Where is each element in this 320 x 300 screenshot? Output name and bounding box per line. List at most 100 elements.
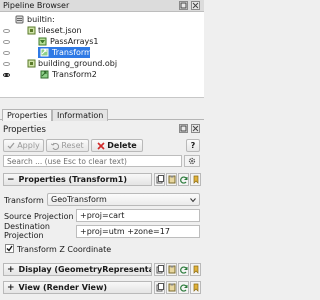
tab-label: Information bbox=[57, 111, 104, 120]
group-title: View (Render View) bbox=[18, 283, 108, 292]
reset-button[interactable]: Reset bbox=[46, 139, 89, 152]
save-defaults-button[interactable] bbox=[190, 173, 201, 186]
bookmark-icon bbox=[193, 175, 198, 184]
tree-item-label: Transform2 bbox=[52, 70, 97, 79]
close-icon bbox=[192, 125, 199, 132]
close-panel-button[interactable] bbox=[191, 124, 200, 133]
tree-item-passarrays[interactable]: PassArrays1 bbox=[0, 36, 204, 47]
visibility-eye-icon[interactable] bbox=[3, 62, 10, 66]
transform-value: GeoTransform bbox=[51, 195, 107, 204]
tree-item-label: Transform1 bbox=[52, 48, 97, 57]
refresh-icon bbox=[179, 176, 187, 184]
tree-item-label: builtin: bbox=[27, 15, 55, 24]
copy-properties-button[interactable] bbox=[154, 173, 165, 186]
data-source-icon bbox=[27, 59, 36, 68]
tree-item-transform1[interactable]: Transform1 bbox=[0, 47, 204, 58]
tree-item-transform2[interactable]: Transform2 bbox=[0, 69, 204, 80]
pipeline-tree: builtin: tileset.json PassArrays1 Transf… bbox=[0, 12, 204, 98]
tab-label: Properties bbox=[7, 111, 48, 120]
copy-icon bbox=[156, 283, 164, 292]
visibility-eye-icon[interactable] bbox=[3, 51, 10, 55]
destination-projection-label-line1: Destination bbox=[4, 222, 50, 231]
bookmark-icon bbox=[193, 283, 198, 292]
filter-icon bbox=[38, 37, 47, 46]
close-icon bbox=[192, 2, 199, 9]
gear-icon bbox=[188, 157, 196, 165]
data-source-icon bbox=[27, 26, 36, 35]
group-title: Display (GeometryRepresentation) bbox=[18, 265, 151, 274]
search-input[interactable]: Search ... (use Esc to clear text) bbox=[3, 155, 182, 167]
panel-tabs: Properties Information bbox=[0, 106, 204, 121]
help-label: ? bbox=[190, 141, 196, 150]
group-title: Properties (Transform1) bbox=[18, 175, 128, 184]
refresh-button[interactable] bbox=[178, 173, 189, 186]
tree-item-building-ground[interactable]: building_ground.obj bbox=[0, 58, 204, 69]
destination-projection-input[interactable]: +proj=utm +zone=17 bbox=[76, 225, 200, 238]
transform-select[interactable]: GeoTransform bbox=[47, 193, 200, 206]
advanced-settings-button[interactable] bbox=[184, 155, 200, 167]
undock-button[interactable] bbox=[179, 1, 188, 10]
source-projection-label: Source Projection bbox=[4, 212, 74, 221]
transform-z-checkbox[interactable] bbox=[5, 244, 14, 253]
paste-icon bbox=[168, 175, 175, 184]
tree-item-label: building_ground.obj bbox=[38, 59, 118, 68]
visibility-eye-icon[interactable] bbox=[3, 40, 10, 44]
tree-item-label: PassArrays1 bbox=[50, 37, 99, 46]
undock-button[interactable] bbox=[179, 124, 188, 133]
apply-button[interactable]: Apply bbox=[3, 139, 44, 152]
destination-projection-label-line2: Projection bbox=[4, 231, 44, 240]
copy-icon bbox=[156, 175, 164, 184]
paste-display-button[interactable] bbox=[166, 263, 177, 276]
checkmark-icon bbox=[6, 245, 13, 252]
paste-properties-button[interactable] bbox=[166, 173, 177, 186]
refresh-icon bbox=[179, 266, 187, 274]
bookmark-icon bbox=[193, 265, 198, 274]
display-group-toggle[interactable]: + Display (GeometryRepresentation) bbox=[3, 263, 152, 276]
collapse-minus-icon: − bbox=[7, 174, 15, 185]
delete-label: Delete bbox=[107, 141, 137, 150]
properties-title: Properties bbox=[3, 125, 46, 135]
save-view-defaults-button[interactable] bbox=[190, 281, 201, 294]
delete-x-icon bbox=[97, 141, 105, 150]
paste-icon bbox=[168, 283, 175, 292]
search-placeholder: Search ... (use Esc to clear text) bbox=[7, 156, 127, 166]
reset-label: Reset bbox=[61, 141, 84, 150]
visibility-eye-icon[interactable] bbox=[3, 73, 10, 77]
visibility-eye-icon[interactable] bbox=[3, 29, 10, 33]
chevron-down-icon bbox=[190, 198, 196, 203]
paste-icon bbox=[168, 265, 175, 274]
check-icon bbox=[7, 142, 15, 149]
apply-label: Apply bbox=[17, 141, 40, 150]
transform-icon bbox=[40, 70, 49, 79]
view-group-toggle[interactable]: + View (Render View) bbox=[3, 281, 152, 294]
expand-plus-icon: + bbox=[7, 282, 15, 293]
tree-item-builtin[interactable]: builtin: bbox=[0, 14, 204, 25]
refresh-view-button[interactable] bbox=[178, 281, 189, 294]
copy-icon bbox=[156, 265, 164, 274]
copy-view-button[interactable] bbox=[154, 281, 165, 294]
tab-information[interactable]: Information bbox=[52, 109, 109, 121]
transform-z-label: Transform Z Coordinate bbox=[17, 245, 112, 254]
undo-icon bbox=[51, 142, 60, 150]
source-projection-input[interactable]: +proj=cart bbox=[76, 209, 200, 222]
copy-display-button[interactable] bbox=[154, 263, 165, 276]
pipeline-browser-title: Pipeline Browser bbox=[3, 1, 70, 10]
help-button[interactable]: ? bbox=[186, 139, 200, 152]
properties-group-toggle[interactable]: − Properties (Transform1) bbox=[3, 173, 152, 186]
transform-label: Transform bbox=[4, 196, 44, 205]
undock-icon bbox=[180, 125, 187, 132]
save-display-defaults-button[interactable] bbox=[190, 263, 201, 276]
refresh-icon bbox=[179, 284, 187, 292]
refresh-display-button[interactable] bbox=[178, 263, 189, 276]
undock-icon bbox=[180, 2, 187, 9]
tree-item-tileset[interactable]: tileset.json bbox=[0, 25, 204, 36]
transform-icon bbox=[40, 48, 49, 57]
expand-plus-icon: + bbox=[7, 264, 15, 275]
pipeline-browser-header: Pipeline Browser bbox=[0, 0, 204, 12]
paste-view-button[interactable] bbox=[166, 281, 177, 294]
delete-button[interactable]: Delete bbox=[91, 139, 143, 152]
tab-properties[interactable]: Properties bbox=[2, 109, 53, 121]
close-panel-button[interactable] bbox=[191, 1, 200, 10]
server-icon bbox=[15, 15, 24, 24]
tree-item-label: tileset.json bbox=[38, 26, 82, 35]
